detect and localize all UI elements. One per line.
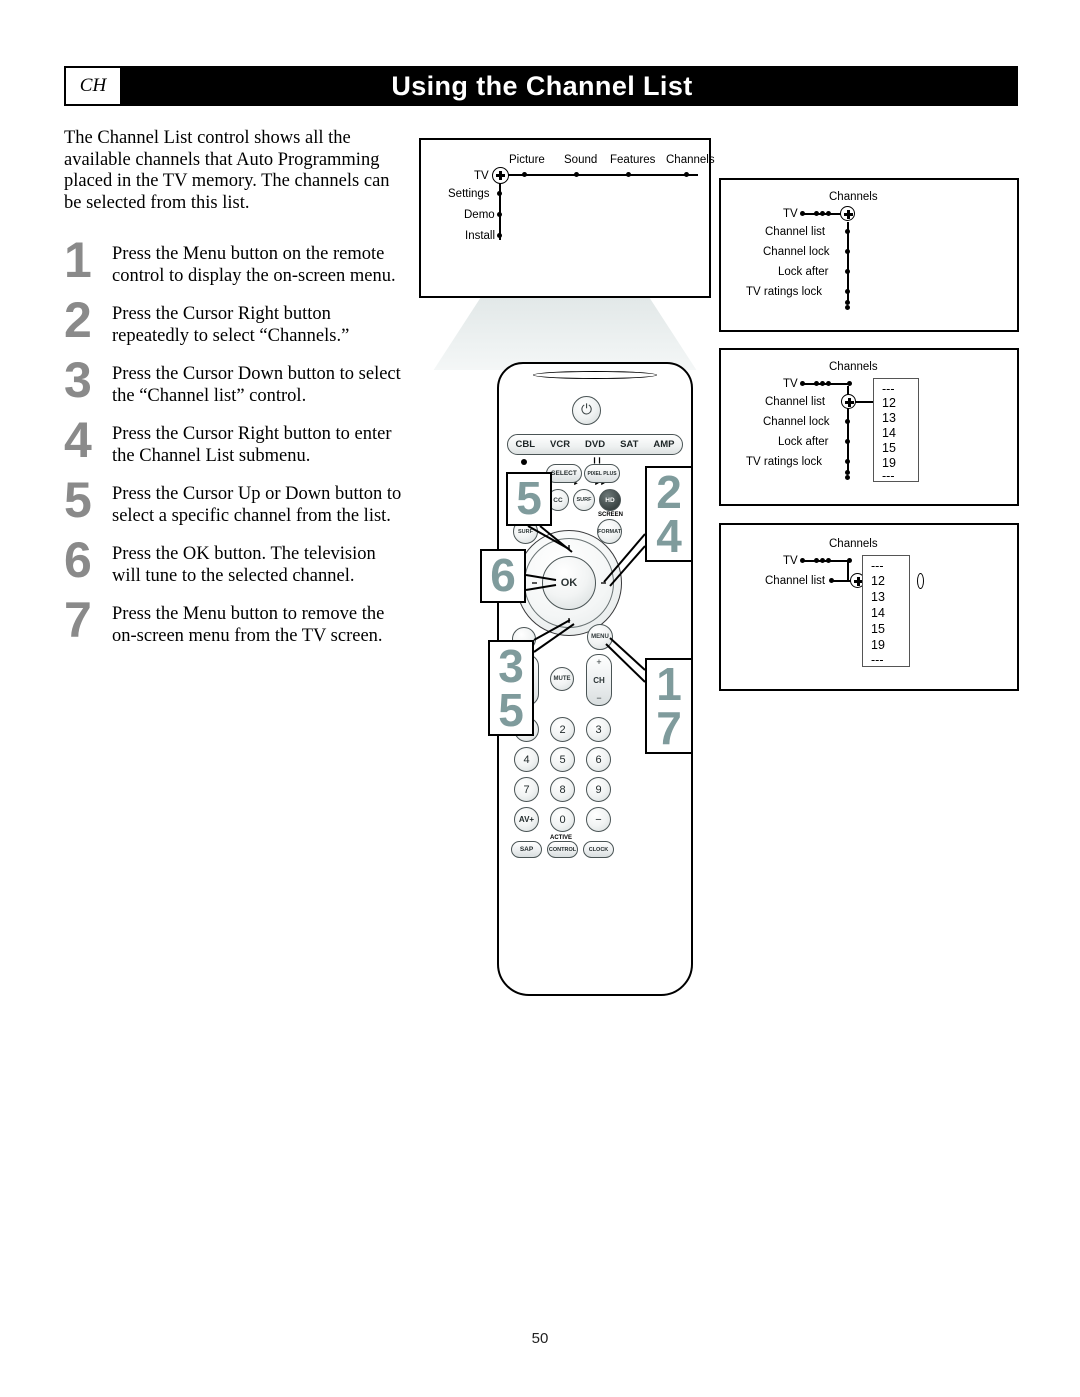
callout-cursor-down: 3 5 bbox=[488, 640, 534, 736]
callout-leader-lines bbox=[525, 525, 646, 683]
callout-cursor-right: 2 4 bbox=[645, 466, 693, 562]
callout-ok: 6 bbox=[480, 549, 526, 603]
callout-menu: 1 7 bbox=[645, 658, 693, 754]
callout-cursor-up: 5 bbox=[506, 472, 552, 526]
